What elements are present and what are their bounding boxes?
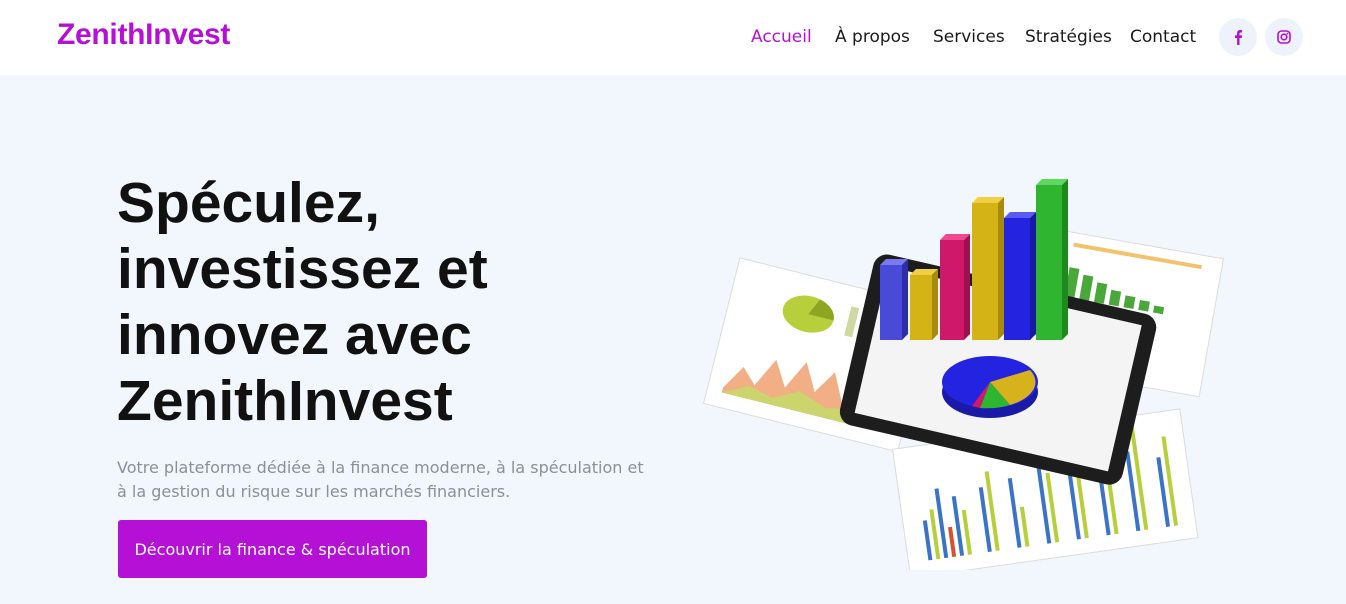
facebook-button[interactable] — [1219, 18, 1257, 56]
headline-line: ZenithInvest — [117, 369, 453, 433]
headline-line: investissez et — [117, 237, 488, 301]
instagram-button[interactable] — [1265, 18, 1303, 56]
nav-item-contact[interactable]: Contact — [1130, 27, 1196, 47]
hero-headline: Spéculez, investissez et innovez avec Ze… — [117, 170, 677, 434]
headline-line: innovez avec — [117, 303, 472, 367]
nav-item-accueil[interactable]: Accueil — [751, 27, 812, 47]
nav-item-a-propos[interactable]: À propos — [835, 27, 910, 47]
financial-charts-illustration — [703, 179, 1224, 570]
headline-line: Spéculez, — [117, 171, 380, 235]
facebook-icon — [1235, 30, 1243, 45]
brand-logo[interactable]: ZenithInvest — [57, 18, 230, 52]
nav-item-strategies[interactable]: Stratégies — [1025, 27, 1112, 47]
discover-finance-button[interactable]: Découvrir la finance & spéculation — [118, 520, 427, 578]
hero-subtitle: Votre plateforme dédiée à la finance mod… — [117, 458, 644, 501]
nav-item-services[interactable]: Services — [933, 27, 1005, 47]
site-header: ZenithInvest Accueil À propos Services S… — [0, 0, 1346, 75]
instagram-icon — [1277, 30, 1291, 44]
